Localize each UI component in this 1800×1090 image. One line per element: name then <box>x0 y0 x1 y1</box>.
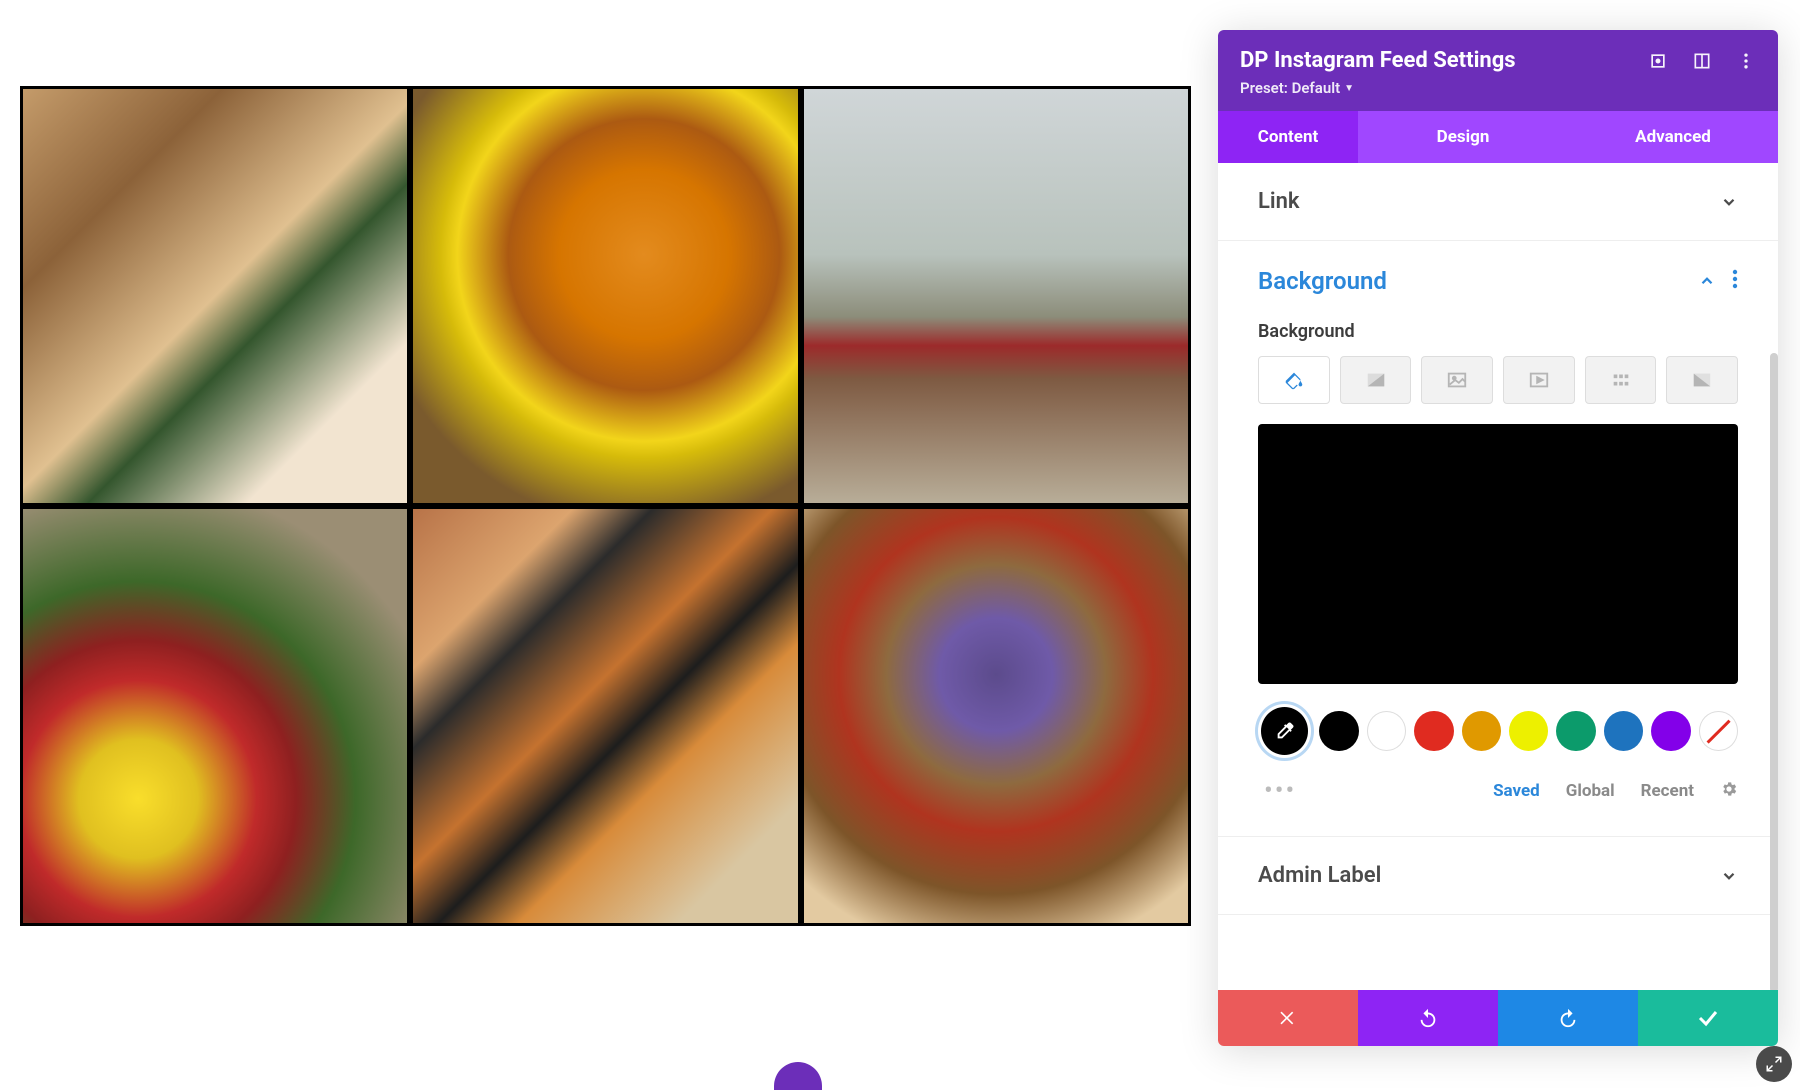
panel-body: Link Background Background <box>1218 163 1778 990</box>
redo-button[interactable] <box>1498 990 1638 1046</box>
bg-tab-image[interactable] <box>1421 356 1493 404</box>
panel-header: DP Instagram Feed Settings Preset: Defau… <box>1218 30 1778 111</box>
background-label: Background <box>1258 321 1738 342</box>
palette-recent[interactable]: Recent <box>1641 781 1694 801</box>
feed-image[interactable] <box>20 86 410 506</box>
swatch-red[interactable] <box>1414 711 1453 751</box>
swatch-black[interactable] <box>1319 711 1358 751</box>
expand-icon[interactable] <box>1648 51 1668 71</box>
feed-image[interactable] <box>20 506 410 926</box>
section-admin-label-title: Admin Label <box>1258 863 1381 888</box>
save-button[interactable] <box>1638 990 1778 1046</box>
feed-image[interactable] <box>410 506 800 926</box>
swatch-white[interactable] <box>1367 711 1406 751</box>
bg-tab-mask[interactable] <box>1666 356 1738 404</box>
bg-tab-video[interactable] <box>1503 356 1575 404</box>
settings-panel: DP Instagram Feed Settings Preset: Defau… <box>1218 30 1778 1046</box>
section-admin-label[interactable]: Admin Label <box>1218 837 1778 914</box>
undo-button[interactable] <box>1358 990 1498 1046</box>
section-background-title: Background <box>1258 267 1387 295</box>
background-type-tabs <box>1258 356 1738 404</box>
section-options-icon[interactable] <box>1732 269 1738 294</box>
swatch-orange[interactable] <box>1462 711 1501 751</box>
palette-global[interactable]: Global <box>1566 781 1615 801</box>
more-icon[interactable] <box>1736 51 1756 71</box>
scrollbar[interactable] <box>1770 353 1778 990</box>
panel-tabs: Content Design Advanced <box>1218 111 1778 163</box>
swatch-yellow[interactable] <box>1509 711 1548 751</box>
swatch-blue[interactable] <box>1604 711 1643 751</box>
tab-advanced[interactable]: Advanced <box>1568 111 1778 163</box>
palette-saved[interactable]: Saved <box>1493 781 1540 801</box>
swatch-transparent[interactable] <box>1699 711 1738 751</box>
section-link-title: Link <box>1258 189 1300 214</box>
swatch-purple[interactable] <box>1651 711 1690 751</box>
chevron-down-icon <box>1720 867 1738 885</box>
add-module-fab[interactable] <box>774 1062 822 1090</box>
resize-handle[interactable] <box>1756 1046 1792 1082</box>
eyedropper-button[interactable] <box>1258 704 1311 758</box>
panel-footer <box>1218 990 1778 1046</box>
panel-title: DP Instagram Feed Settings <box>1240 48 1516 73</box>
chevron-up-icon <box>1698 272 1716 290</box>
section-background[interactable]: Background <box>1218 241 1778 321</box>
bg-tab-gradient[interactable] <box>1340 356 1412 404</box>
preset-label: Preset: Default <box>1240 79 1340 97</box>
feed-image[interactable] <box>410 86 800 506</box>
color-preview[interactable] <box>1258 424 1738 684</box>
feed-image[interactable] <box>801 506 1191 926</box>
snap-icon[interactable] <box>1692 51 1712 71</box>
more-swatches-icon[interactable]: ••• <box>1258 776 1296 806</box>
chevron-down-icon <box>1720 193 1738 211</box>
instagram-feed-grid <box>20 86 1191 926</box>
tab-content[interactable]: Content <box>1218 111 1358 163</box>
feed-image[interactable] <box>801 86 1191 506</box>
bg-tab-color[interactable] <box>1258 356 1330 404</box>
chevron-down-icon: ▼ <box>1344 83 1354 94</box>
color-swatch-row <box>1258 704 1738 758</box>
gear-icon[interactable] <box>1720 780 1738 803</box>
section-link[interactable]: Link <box>1218 163 1778 240</box>
bg-tab-pattern[interactable] <box>1585 356 1657 404</box>
preset-dropdown[interactable]: Preset: Default ▼ <box>1240 79 1756 97</box>
swatch-green[interactable] <box>1556 711 1595 751</box>
cancel-button[interactable] <box>1218 990 1358 1046</box>
tab-design[interactable]: Design <box>1358 111 1568 163</box>
